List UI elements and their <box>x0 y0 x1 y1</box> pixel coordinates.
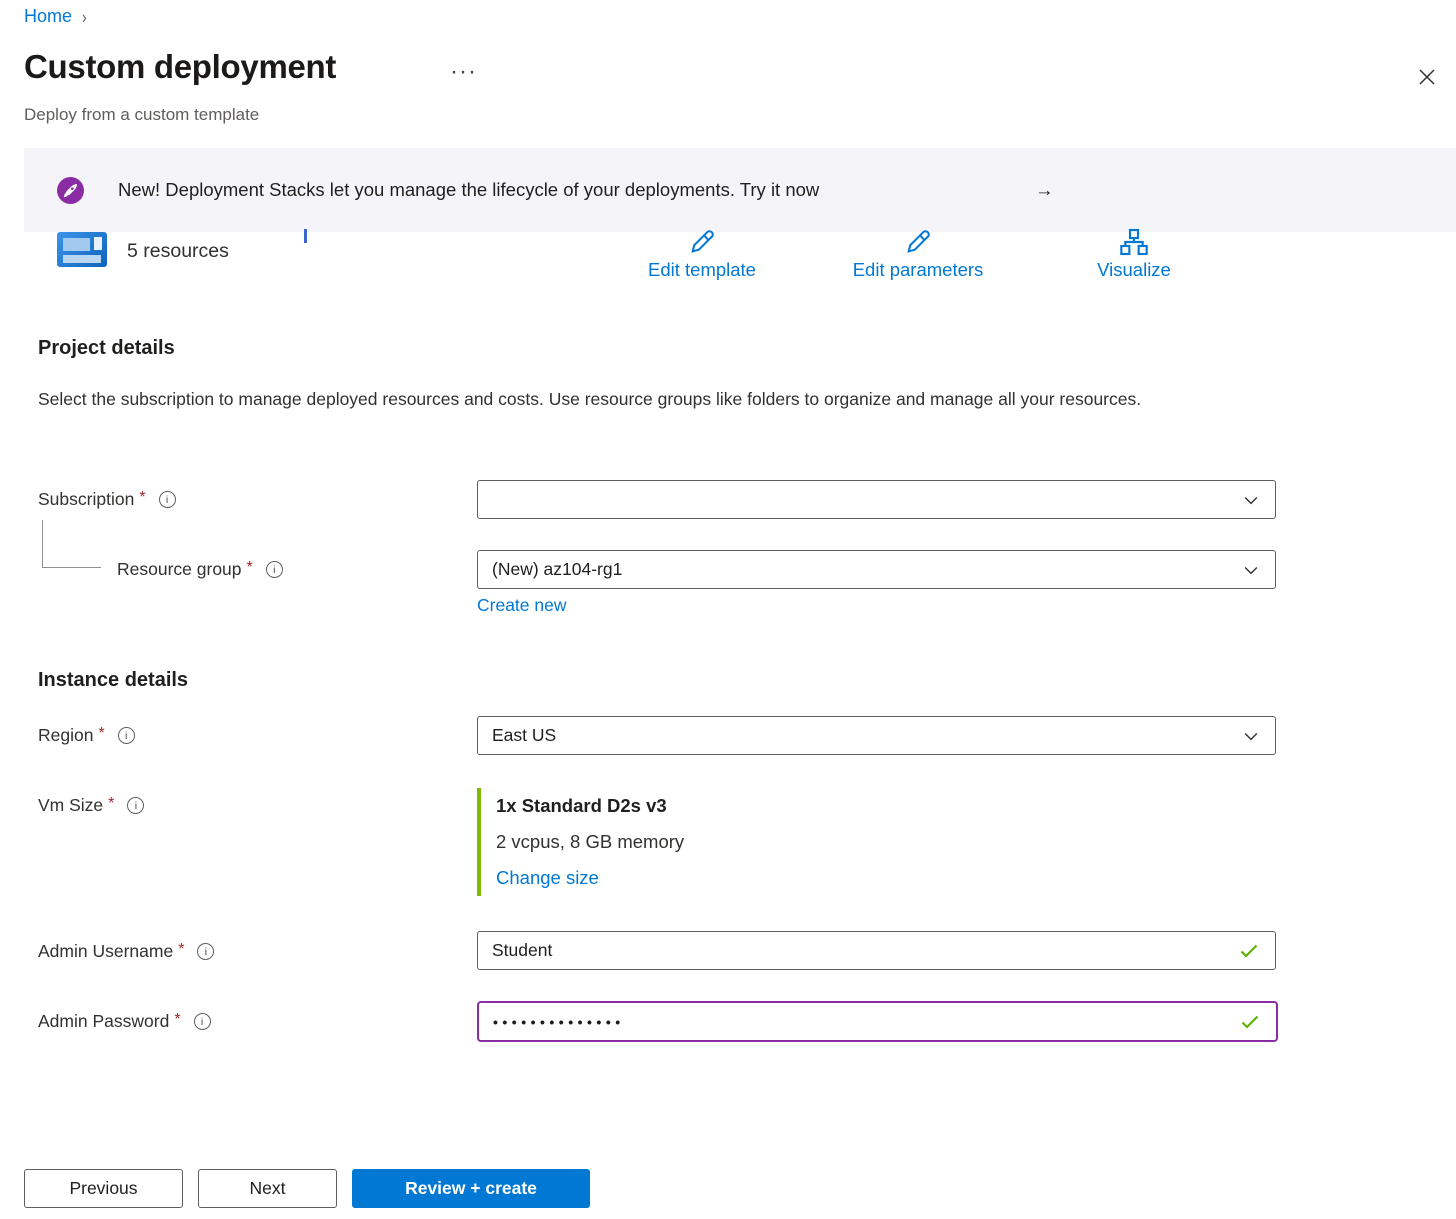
required-asterisk: * <box>247 559 253 577</box>
info-icon[interactable]: i <box>266 561 283 578</box>
review-create-button[interactable]: Review + create <box>352 1169 590 1208</box>
close-icon <box>1416 66 1438 88</box>
edit-template-button[interactable]: Edit template <box>602 226 802 281</box>
next-button[interactable]: Next <box>198 1169 337 1208</box>
info-icon[interactable]: i <box>159 491 176 508</box>
admin-username-value: Student <box>492 940 552 961</box>
visualize-label: Visualize <box>1097 259 1171 281</box>
admin-password-masked-value: •••••••••••••• <box>493 1014 625 1030</box>
admin-password-input[interactable]: •••••••••••••• <box>477 1001 1278 1042</box>
change-size-link[interactable]: Change size <box>496 867 599 888</box>
breadcrumb: Home › <box>24 6 87 27</box>
visualize-button[interactable]: Visualize <box>1034 226 1234 281</box>
resources-count: 5 resources <box>127 240 229 263</box>
page-subtitle: Deploy from a custom template <box>24 105 259 125</box>
chevron-down-icon <box>1241 726 1261 746</box>
vm-size-specs: 2 vcpus, 8 GB memory <box>496 824 684 860</box>
admin-password-label: Admin Password * i <box>38 1011 211 1032</box>
instance-details-heading: Instance details <box>38 669 188 692</box>
required-asterisk: * <box>139 489 145 507</box>
required-asterisk: * <box>174 1011 180 1029</box>
region-label: Region * i <box>38 725 135 746</box>
admin-username-input[interactable]: Student <box>477 931 1276 970</box>
deployment-stacks-banner[interactable]: New! Deployment Stacks let you manage th… <box>24 148 1456 232</box>
vm-size-summary: 1x Standard D2s v3 2 vcpus, 8 GB memory … <box>477 788 684 896</box>
custom-deployment-page: Home › Custom deployment ··· Deploy from… <box>0 0 1456 1219</box>
close-button[interactable] <box>1410 60 1444 94</box>
chevron-down-icon <box>1241 490 1261 510</box>
more-options-button[interactable]: ··· <box>450 58 477 86</box>
info-icon[interactable]: i <box>194 1013 211 1030</box>
breadcrumb-home-link[interactable]: Home <box>24 6 72 27</box>
pencil-icon <box>902 226 934 258</box>
org-chart-icon <box>1118 226 1150 258</box>
admin-username-label: Admin Username * i <box>38 941 214 962</box>
cut-off-element <box>304 229 307 243</box>
banner-message: New! Deployment Stacks let you manage th… <box>118 148 819 232</box>
vm-size-label: Vm Size * i <box>38 795 144 816</box>
region-dropdown[interactable]: East US <box>477 716 1276 755</box>
info-icon[interactable]: i <box>197 943 214 960</box>
create-new-link[interactable]: Create new <box>477 595 567 616</box>
valid-checkmark-icon <box>1237 939 1261 963</box>
edit-parameters-button[interactable]: Edit parameters <box>818 226 1018 281</box>
resource-group-dropdown[interactable]: (New) az104-rg1 <box>477 550 1276 589</box>
edit-template-label: Edit template <box>648 259 756 281</box>
breadcrumb-chevron-icon: › <box>82 6 87 27</box>
chevron-down-icon <box>1241 560 1261 580</box>
info-icon[interactable]: i <box>127 797 144 814</box>
resource-group-value: (New) az104-rg1 <box>492 559 1241 580</box>
subscription-label: Subscription * i <box>38 489 176 510</box>
page-title: Custom deployment <box>24 48 336 86</box>
previous-button[interactable]: Previous <box>24 1169 183 1208</box>
edit-parameters-label: Edit parameters <box>853 259 984 281</box>
valid-checkmark-icon <box>1238 1010 1262 1034</box>
region-value: East US <box>492 725 1241 746</box>
banner-arrow-icon[interactable]: → <box>1035 148 1054 232</box>
project-details-heading: Project details <box>38 337 175 360</box>
pencil-icon <box>686 226 718 258</box>
rocket-icon <box>57 177 84 204</box>
project-details-description: Select the subscription to manage deploy… <box>38 384 1188 415</box>
subscription-dropdown[interactable] <box>477 480 1276 519</box>
required-asterisk: * <box>98 725 104 743</box>
info-icon[interactable]: i <box>118 727 135 744</box>
subscription-resource-group-connector <box>42 520 101 568</box>
resource-group-label: Resource group * i <box>117 559 283 580</box>
required-asterisk: * <box>178 941 184 959</box>
template-icon <box>57 232 107 267</box>
vm-size-selection: 1x Standard D2s v3 <box>496 788 684 824</box>
required-asterisk: * <box>108 795 114 813</box>
